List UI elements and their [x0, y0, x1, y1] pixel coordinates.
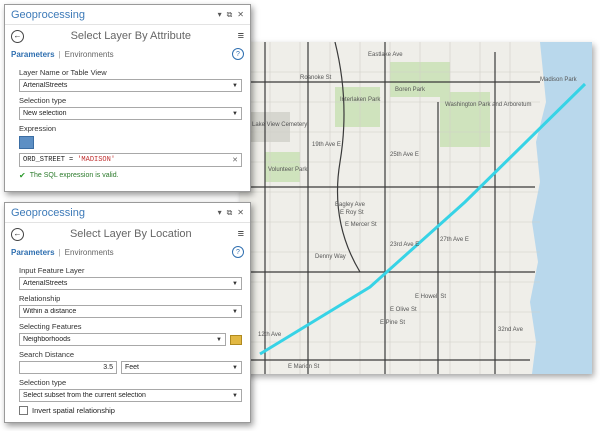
- field-label: Selecting Features: [19, 322, 82, 331]
- pane-restore-icon[interactable]: ⧉: [227, 10, 233, 20]
- map-label: 25th Ave E: [390, 152, 419, 158]
- chevron-down-icon: ▼: [216, 336, 222, 343]
- field-value: Feet: [125, 364, 140, 371]
- back-arrow-icon[interactable]: ←: [11, 227, 24, 241]
- map-view[interactable]: Eastlake Ave Roanoke St Lake View Cemete…: [240, 42, 592, 374]
- park-area: [440, 92, 490, 147]
- tab-environments[interactable]: Environments: [65, 50, 114, 59]
- hamburger-menu-icon[interactable]: ≡: [238, 30, 244, 42]
- expression-value: 'MADISON': [77, 156, 116, 164]
- help-icon[interactable]: ?: [232, 48, 244, 60]
- pane-title: Geoprocessing: [11, 8, 85, 21]
- browse-folder-icon[interactable]: [230, 334, 242, 345]
- expression-operator: =: [69, 156, 74, 164]
- field-label: Selection type: [19, 378, 67, 387]
- pane-titlebar: Geoprocessing ▾ ⧉ ✕: [5, 5, 250, 25]
- pane-options-icon[interactable]: ▾: [218, 10, 222, 20]
- map-label: E Howell St: [415, 294, 447, 300]
- validation-message: ✔ The SQL expression is valid.: [19, 171, 242, 180]
- map-label: 19th Ave E: [312, 142, 341, 148]
- help-icon[interactable]: ?: [232, 246, 244, 258]
- field-label: Expression: [19, 124, 57, 133]
- field-value: Neighborhoods: [23, 336, 71, 343]
- checkmark-icon: ✔: [19, 171, 26, 180]
- field-label: Search Distance: [19, 350, 75, 359]
- map-label: 32nd Ave: [498, 327, 523, 333]
- layer-name-select[interactable]: ArterialStreets ▼: [19, 79, 242, 92]
- pane-close-icon[interactable]: ✕: [237, 10, 244, 20]
- map-label: Roanoke St: [300, 75, 332, 81]
- relationship-select[interactable]: Within a distance ▼: [19, 305, 242, 318]
- selection-type-select[interactable]: New selection ▼: [19, 107, 242, 120]
- map-label: 23rd Ave E: [390, 242, 420, 248]
- validation-text: The SQL expression is valid.: [29, 172, 119, 179]
- field-value: ArterialStreets: [23, 280, 68, 287]
- field-label: Relationship: [19, 294, 61, 303]
- field-value: New selection: [23, 110, 67, 117]
- park-area: [335, 87, 380, 127]
- chevron-down-icon: ▼: [232, 364, 238, 371]
- tab-separator: |: [58, 247, 61, 257]
- field-value: Select subset from the current selection: [23, 392, 146, 399]
- map-label: E Roy St: [340, 210, 364, 216]
- map-label: Washington Park and Arboretum: [445, 102, 532, 108]
- field-label: Selection type: [19, 96, 67, 105]
- field-value: ArterialStreets: [23, 82, 68, 89]
- geoprocessing-pane-location: Geoprocessing ▾ ⧉ ✕ ← Select Layer By Lo…: [4, 202, 251, 423]
- back-arrow-icon[interactable]: ←: [11, 29, 24, 43]
- chevron-down-icon: ▼: [232, 308, 238, 315]
- map-label: Boren Park: [395, 87, 426, 93]
- map-label: Interlaken Park: [340, 97, 381, 103]
- field-label: Input Feature Layer: [19, 266, 85, 275]
- field-value: Within a distance: [23, 308, 77, 315]
- map-label: Lake View Cemetery: [252, 122, 308, 128]
- tab-parameters[interactable]: Parameters: [11, 50, 55, 59]
- chevron-down-icon: ▼: [232, 82, 238, 89]
- map-label: E Olive St: [390, 307, 417, 313]
- map-label: Volunteer Park: [268, 167, 308, 173]
- map-label: Bagley Ave: [335, 202, 365, 208]
- selection-type-select[interactable]: Select subset from the current selection…: [19, 389, 242, 402]
- map-label: Denny Way: [315, 254, 346, 260]
- tab-separator: |: [58, 49, 61, 59]
- map-label: Eastlake Ave: [368, 52, 403, 58]
- tool-title: Select Layer By Location: [69, 228, 192, 240]
- map-label: E Marion St: [288, 364, 320, 370]
- field-label: Layer Name or Table View: [19, 68, 107, 77]
- geoprocessing-pane-attribute: Geoprocessing ▾ ⧉ ✕ ← Select Layer By At…: [4, 4, 251, 192]
- tab-parameters[interactable]: Parameters: [11, 248, 55, 257]
- search-distance-input[interactable]: 3.5: [19, 361, 117, 374]
- remove-clause-icon[interactable]: ✕: [232, 156, 238, 164]
- chevron-down-icon: ▼: [232, 392, 238, 399]
- tool-title: Select Layer By Attribute: [70, 30, 192, 42]
- checkbox-label: Invert spatial relationship: [32, 406, 115, 415]
- selecting-features-select[interactable]: Neighborhoods ▼: [19, 333, 226, 346]
- map-label: 12th Ave: [258, 332, 282, 338]
- pane-close-icon[interactable]: ✕: [237, 208, 244, 218]
- map-label: E Pine St: [380, 320, 406, 326]
- tab-environments[interactable]: Environments: [65, 248, 114, 257]
- lake-water: [530, 42, 592, 374]
- pane-titlebar: Geoprocessing ▾ ⧉ ✕: [5, 203, 250, 223]
- chevron-down-icon: ▼: [232, 110, 238, 117]
- pane-restore-icon[interactable]: ⧉: [227, 208, 233, 218]
- hamburger-menu-icon[interactable]: ≡: [238, 228, 244, 240]
- map-label: E Mercer St: [345, 222, 377, 228]
- chevron-down-icon: ▼: [232, 280, 238, 287]
- invert-checkbox-row[interactable]: Invert spatial relationship: [19, 406, 242, 415]
- invert-checkbox[interactable]: [19, 406, 28, 415]
- map-label: 27th Ave E: [440, 237, 469, 243]
- pane-title: Geoprocessing: [11, 206, 85, 219]
- pane-options-icon[interactable]: ▾: [218, 208, 222, 218]
- input-feature-layer-select[interactable]: ArterialStreets ▼: [19, 277, 242, 290]
- expression-field: ORD_STREET: [23, 156, 66, 164]
- sql-editor-icon[interactable]: [19, 136, 34, 149]
- expression-clause[interactable]: ORD_STREET = 'MADISON' ✕: [19, 153, 242, 167]
- distance-unit-select[interactable]: Feet ▼: [121, 361, 242, 374]
- map-label: Madison Park: [540, 77, 577, 83]
